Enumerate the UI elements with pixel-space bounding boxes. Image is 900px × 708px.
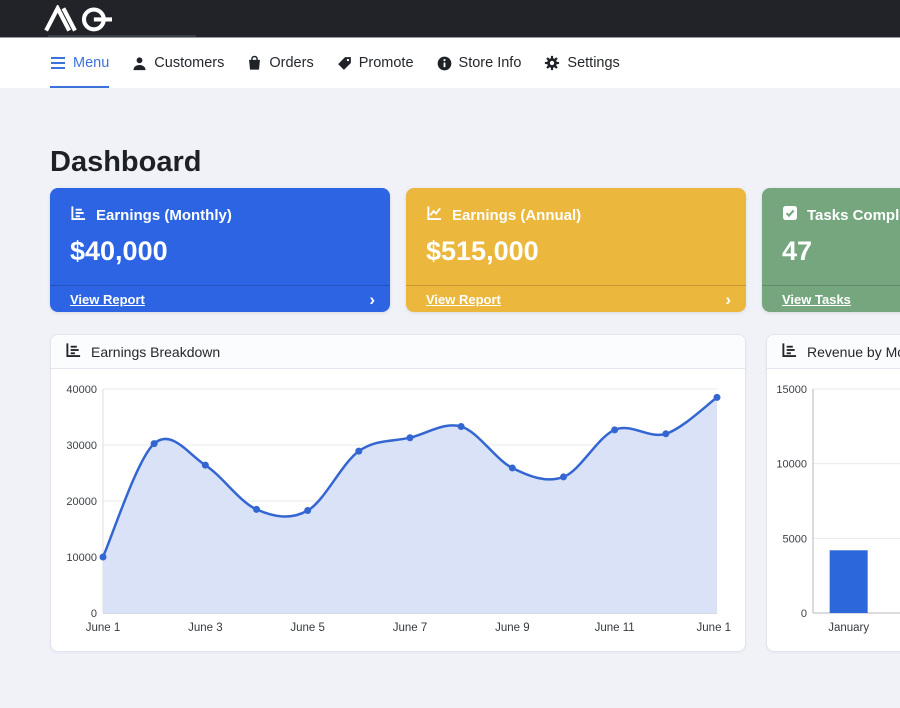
chevron-right-icon: › [725,291,731,308]
revenue-bar-chart: 0 5000 10000 15000 January [769,377,900,645]
nav-item-customers[interactable]: Customers [132,38,224,88]
card-title-row: Earnings (Annual) [406,188,746,225]
view-report-link[interactable]: View Report › [50,285,390,312]
brand-logo[interactable] [40,4,128,34]
gear-icon [544,55,560,71]
chart-body: 0 10000 20000 30000 40000 June 1 June 3 June 5 J… [51,369,745,650]
shopping-bag-icon [247,55,262,71]
logo-underline [48,35,196,37]
footer-link-label: View Report [426,292,501,307]
svg-text:20000: 20000 [66,496,97,508]
nav-item-label: Menu [73,55,109,71]
chevron-right-icon: › [369,291,375,308]
page-title: Dashboard [50,146,850,179]
revenue-by-month-card: Revenue by Month 0 5000 10000 15000 January [766,334,900,652]
card-title-row: Tasks Completed [762,188,900,225]
footer-link-label: View Tasks [782,292,851,307]
view-tasks-link[interactable]: View Tasks [762,285,900,312]
nav-item-orders[interactable]: Orders [247,38,313,88]
charts-row: Earnings Breakdown 0 10000 20000 30000 40000… [50,334,850,652]
main-content: Dashboard Earnings (Monthly) $40,000 Vie… [0,146,900,652]
earnings-breakdown-card: Earnings Breakdown 0 10000 20000 30000 40000… [50,334,746,652]
svg-text:30000: 30000 [66,440,97,452]
nav-item-label: Customers [154,55,224,71]
chart-header: Revenue by Month [767,335,900,369]
card-earnings-annual: Earnings (Annual) $515,000 View Report › [406,188,746,312]
svg-text:June 3: June 3 [188,622,223,634]
nav-item-label: Settings [567,55,619,71]
svg-text:June 11: June 11 [595,622,635,634]
card-value: 47 [762,225,900,267]
chart-title: Earnings Breakdown [91,344,220,360]
line-chart-icon [426,205,443,225]
svg-text:10000: 10000 [776,459,807,471]
user-icon [132,56,147,71]
card-earnings-monthly: Earnings (Monthly) $40,000 View Report › [50,188,390,312]
earnings-line-chart: 0 10000 20000 30000 40000 June 1 June 3 June 5 J… [59,377,731,645]
svg-text:January: January [828,622,869,634]
nav-item-promote[interactable]: Promote [337,38,414,88]
card-title: Earnings (Monthly) [96,207,232,224]
nav-item-settings[interactable]: Settings [544,38,619,88]
nav-item-label: Promote [359,55,414,71]
svg-text:5000: 5000 [783,533,807,545]
info-circle-icon [437,56,452,71]
svg-text:40000: 40000 [66,384,97,396]
svg-text:June 7: June 7 [393,622,428,634]
chart-title: Revenue by Month [807,344,900,360]
chart-body: 0 5000 10000 15000 January [767,369,900,650]
check-square-icon [782,205,798,225]
nav-item-label: Orders [269,55,313,71]
card-title-row: Earnings (Monthly) [50,188,390,225]
svg-text:10000: 10000 [66,552,97,564]
view-report-link[interactable]: View Report › [406,285,746,312]
nav-item-store-info[interactable]: Store Info [437,38,522,88]
card-value: $515,000 [406,225,746,267]
svg-text:June 1: June 1 [86,622,121,634]
card-title: Tasks Completed [807,207,900,224]
bar-chart-icon [65,342,82,361]
chart-header: Earnings Breakdown [51,335,745,369]
tag-icon [337,56,352,71]
main-nav: Menu Customers Orders Promote Store Info… [0,38,900,88]
nav-item-label: Store Info [459,55,522,71]
summary-cards-row: Earnings (Monthly) $40,000 View Report ›… [50,188,850,312]
svg-text:15000: 15000 [776,384,807,396]
brand-logo-icon [40,5,128,33]
footer-link-label: View Report [70,292,145,307]
svg-text:June 9: June 9 [495,622,530,634]
svg-text:June 13: June 13 [697,622,731,634]
bar-chart-icon [70,205,87,225]
svg-text:0: 0 [91,608,97,620]
card-value: $40,000 [50,225,390,267]
card-title: Earnings (Annual) [452,207,581,224]
card-tasks-completed: Tasks Completed 47 View Tasks [762,188,900,312]
nav-item-menu[interactable]: Menu [50,38,109,88]
hamburger-icon [50,56,66,70]
bar-chart-icon [781,342,798,361]
svg-text:0: 0 [801,608,807,620]
topbar [0,0,900,38]
svg-text:June 5: June 5 [290,622,325,634]
